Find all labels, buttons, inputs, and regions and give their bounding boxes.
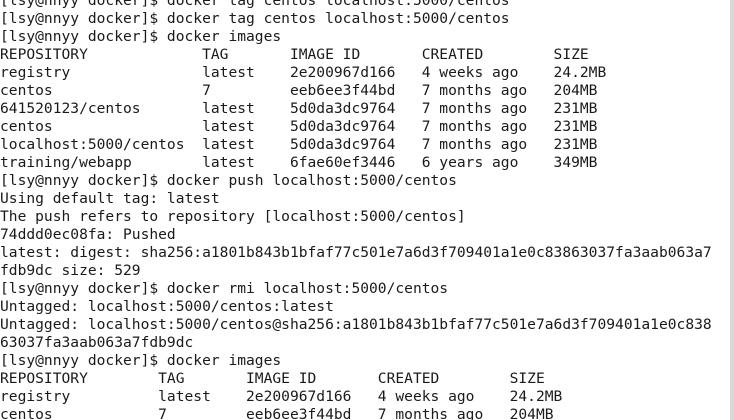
terminal-line: fdb9dc size: 529 (0, 262, 141, 279)
terminal-window[interactable]: [lsy@nnyy docker]$ docker tag centos loc… (0, 0, 734, 420)
terminal-line: training/webapp latest 6fae60ef3446 6 ye… (0, 154, 598, 171)
terminal-line: [lsy@nnyy docker]$ docker images (0, 28, 282, 45)
terminal-line: registry latest 2e200967d166 4 weeks ago… (0, 388, 563, 405)
terminal-line: 641520123/centos latest 5d0da3dc9764 7 m… (0, 100, 598, 117)
scrollbar[interactable] (730, 0, 734, 420)
terminal-output: [lsy@nnyy docker]$ docker tag centos loc… (0, 0, 734, 420)
terminal-line: [lsy@nnyy docker]$ docker push localhost… (0, 172, 457, 189)
terminal-line: centos 7 eeb6ee3f44bd 7 months ago 204MB (0, 406, 554, 420)
terminal-line: REPOSITORY TAG IMAGE ID CREATED SIZE (0, 370, 545, 387)
terminal-line: The push refers to repository [localhost… (0, 208, 466, 225)
terminal-line: [lsy@nnyy docker]$ docker images (0, 352, 282, 369)
terminal-line: latest: digest: sha256:a1801b843b1bfaf77… (0, 244, 712, 261)
terminal-line: 63037fa3aab063a7fdb9dc (0, 334, 194, 351)
terminal-line: [lsy@nnyy docker]$ docker tag centos loc… (0, 10, 510, 27)
terminal-line: 74ddd0ec08fa: Pushed (0, 226, 176, 243)
terminal-line: centos latest 5d0da3dc9764 7 months ago … (0, 118, 598, 135)
terminal-line: REPOSITORY TAG IMAGE ID CREATED SIZE (0, 46, 589, 63)
terminal-line: Untagged: localhost:5000/centos:latest (0, 298, 334, 315)
terminal-line: localhost:5000/centos latest 5d0da3dc976… (0, 136, 598, 153)
terminal-line: [lsy@nnyy docker]$ docker tag centos loc… (0, 0, 510, 9)
terminal-line: Using default tag: latest (0, 190, 220, 207)
terminal-line: centos 7 eeb6ee3f44bd 7 months ago 204MB (0, 82, 598, 99)
terminal-line: Untagged: localhost:5000/centos@sha256:a… (0, 316, 712, 333)
terminal-line: registry latest 2e200967d166 4 weeks ago… (0, 64, 607, 81)
terminal-line: [lsy@nnyy docker]$ docker rmi localhost:… (0, 280, 449, 297)
